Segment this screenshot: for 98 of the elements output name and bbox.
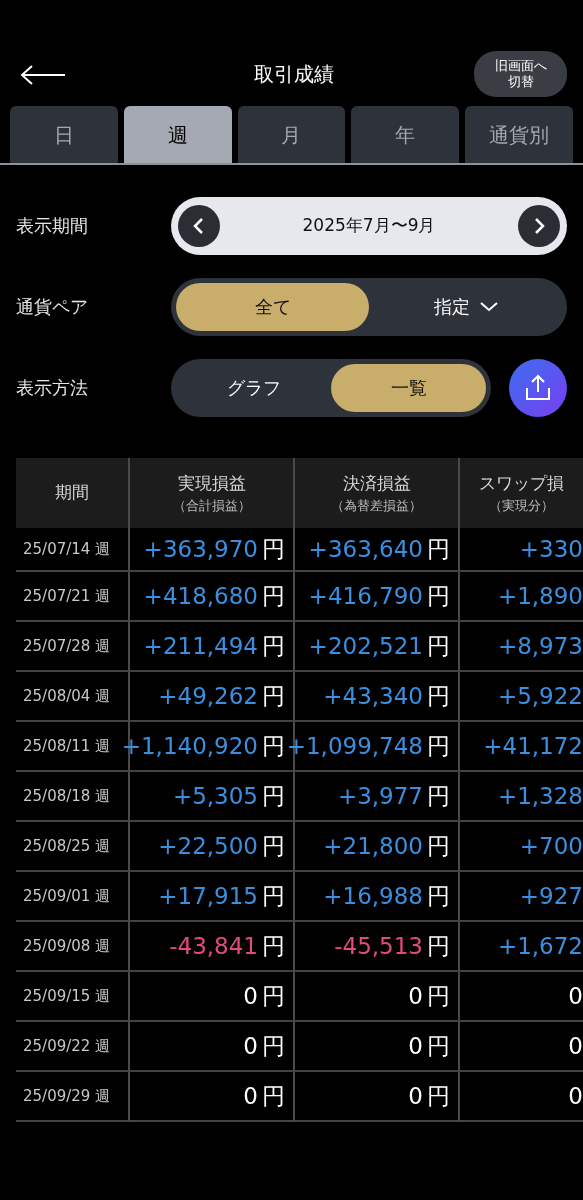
amount-value: +17,915 — [158, 881, 258, 911]
filter-label: 表示方法 — [16, 376, 89, 400]
currency-unit: 円 — [427, 581, 450, 611]
period-cell-text: 25/07/14 週 — [23, 538, 111, 560]
amount-value: +5,305 — [172, 781, 258, 811]
amount-value: +211,494 — [143, 631, 258, 661]
amount-value: +1,140,920 — [121, 731, 258, 761]
segment-option[interactable]: 指定 — [369, 282, 562, 331]
currency-unit: 円 — [427, 1031, 450, 1061]
period-tab[interactable]: 年 — [351, 106, 460, 163]
back-arrow-icon[interactable] — [20, 62, 66, 86]
period-cell-text: 25/09/15 週 — [23, 985, 111, 1007]
currency-unit: 円 — [262, 1031, 285, 1061]
filter-label: 表示期間 — [16, 214, 89, 238]
amount-value: +5,922 — [497, 681, 583, 711]
currency-unit: 円 — [262, 1081, 285, 1111]
amount-value: +16,988 — [323, 881, 423, 911]
amount-value: +363,970 — [143, 534, 258, 564]
segment-option[interactable]: 一覧 — [331, 363, 486, 412]
amount-value: -43,841 — [169, 931, 258, 961]
currency-unit: 円 — [427, 731, 450, 761]
amount-value: +1,672 — [497, 931, 583, 961]
amount-value: +330 — [519, 534, 583, 564]
currency-unit: 円 — [427, 1081, 450, 1111]
period-tab[interactable]: 週 — [123, 106, 232, 163]
amount-value: +1,328 — [497, 781, 583, 811]
currency-unit: 円 — [262, 731, 285, 761]
segment-option[interactable]: 全て — [176, 282, 369, 331]
page-title: 取引成績 — [253, 61, 334, 88]
column-title: 期間 — [55, 481, 89, 505]
period-cell-text: 25/08/11 週 — [23, 735, 111, 757]
amount-value: +416,790 — [308, 581, 423, 611]
amount-value: 0 — [408, 1081, 423, 1111]
currency-unit: 円 — [262, 681, 285, 711]
currency-unit: 円 — [427, 681, 450, 711]
currency-unit: 円 — [262, 981, 285, 1011]
amount-value: +202,521 — [308, 631, 423, 661]
switch-screen-button[interactable]: 旧画面へ切替 — [474, 51, 567, 97]
column-subtitle: （合計損益） — [172, 497, 251, 515]
amount-value: -45,513 — [334, 931, 423, 961]
period-cell-text: 25/08/25 週 — [23, 835, 111, 857]
period-cell-text: 25/08/04 週 — [23, 685, 111, 707]
currency-unit: 円 — [262, 581, 285, 611]
amount-value: 0 — [568, 1031, 583, 1061]
period-cell-text: 25/07/28 週 — [23, 635, 111, 657]
currency-unit: 円 — [427, 781, 450, 811]
amount-value: +3,977 — [337, 781, 423, 811]
amount-value: +49,262 — [158, 681, 258, 711]
period-cell-text: 25/08/18 週 — [23, 785, 111, 807]
currency-unit: 円 — [262, 781, 285, 811]
column-title: 実現損益 — [177, 471, 246, 495]
period-tab[interactable]: 通貨別 — [465, 106, 573, 163]
period-cell-text: 25/09/01 週 — [23, 885, 111, 907]
column-title: スワップ損 — [479, 471, 564, 495]
amount-value: +927 — [519, 881, 583, 911]
period-value: 2025年7月〜9月 — [302, 213, 436, 237]
currency-unit: 円 — [427, 631, 450, 661]
currency-unit: 円 — [262, 881, 285, 911]
period-cell-text: 25/07/21 週 — [23, 585, 111, 607]
amount-value: 0 — [243, 981, 258, 1011]
share-icon[interactable] — [509, 358, 567, 417]
currency-unit: 円 — [262, 931, 285, 961]
column-title: 決済損益 — [342, 471, 411, 495]
amount-value: 0 — [408, 981, 423, 1011]
currency-unit: 円 — [427, 881, 450, 911]
period-tab[interactable]: 日 — [10, 106, 118, 163]
amount-value: +21,800 — [323, 831, 423, 861]
period-tab[interactable]: 月 — [237, 106, 346, 163]
amount-value: +700 — [519, 831, 583, 861]
segment-option[interactable]: グラフ — [176, 363, 331, 412]
period-cell-text: 25/09/08 週 — [23, 935, 111, 957]
amount-value: 0 — [568, 1081, 583, 1111]
currency-unit: 円 — [262, 831, 285, 861]
next-icon[interactable] — [518, 204, 560, 247]
currency-unit: 円 — [262, 534, 285, 564]
amount-value: 0 — [408, 1031, 423, 1061]
currency-unit: 円 — [427, 931, 450, 961]
filter-label: 通貨ペア — [16, 295, 89, 319]
period-cell-text: 25/09/29 週 — [23, 1085, 111, 1107]
amount-value: 0 — [243, 1081, 258, 1111]
currency-unit: 円 — [427, 831, 450, 861]
column-subtitle: （実現分） — [489, 497, 554, 515]
column-subtitle: （為替差損益） — [331, 497, 422, 515]
amount-value: 0 — [568, 981, 583, 1011]
amount-value: 0 — [243, 1031, 258, 1061]
amount-value: +41,172 — [483, 731, 583, 761]
currency-unit: 円 — [427, 981, 450, 1011]
previous-icon[interactable] — [178, 204, 220, 247]
currency-unit: 円 — [262, 631, 285, 661]
amount-value: +1,099,748 — [286, 731, 423, 761]
amount-value: +1,890 — [497, 581, 583, 611]
amount-value: +363,640 — [308, 534, 423, 564]
amount-value: +43,340 — [323, 681, 423, 711]
currency-unit: 円 — [427, 534, 450, 564]
period-cell-text: 25/09/22 週 — [23, 1035, 111, 1057]
amount-value: +22,500 — [158, 831, 258, 861]
amount-value: +8,973 — [497, 631, 583, 661]
amount-value: +418,680 — [143, 581, 258, 611]
